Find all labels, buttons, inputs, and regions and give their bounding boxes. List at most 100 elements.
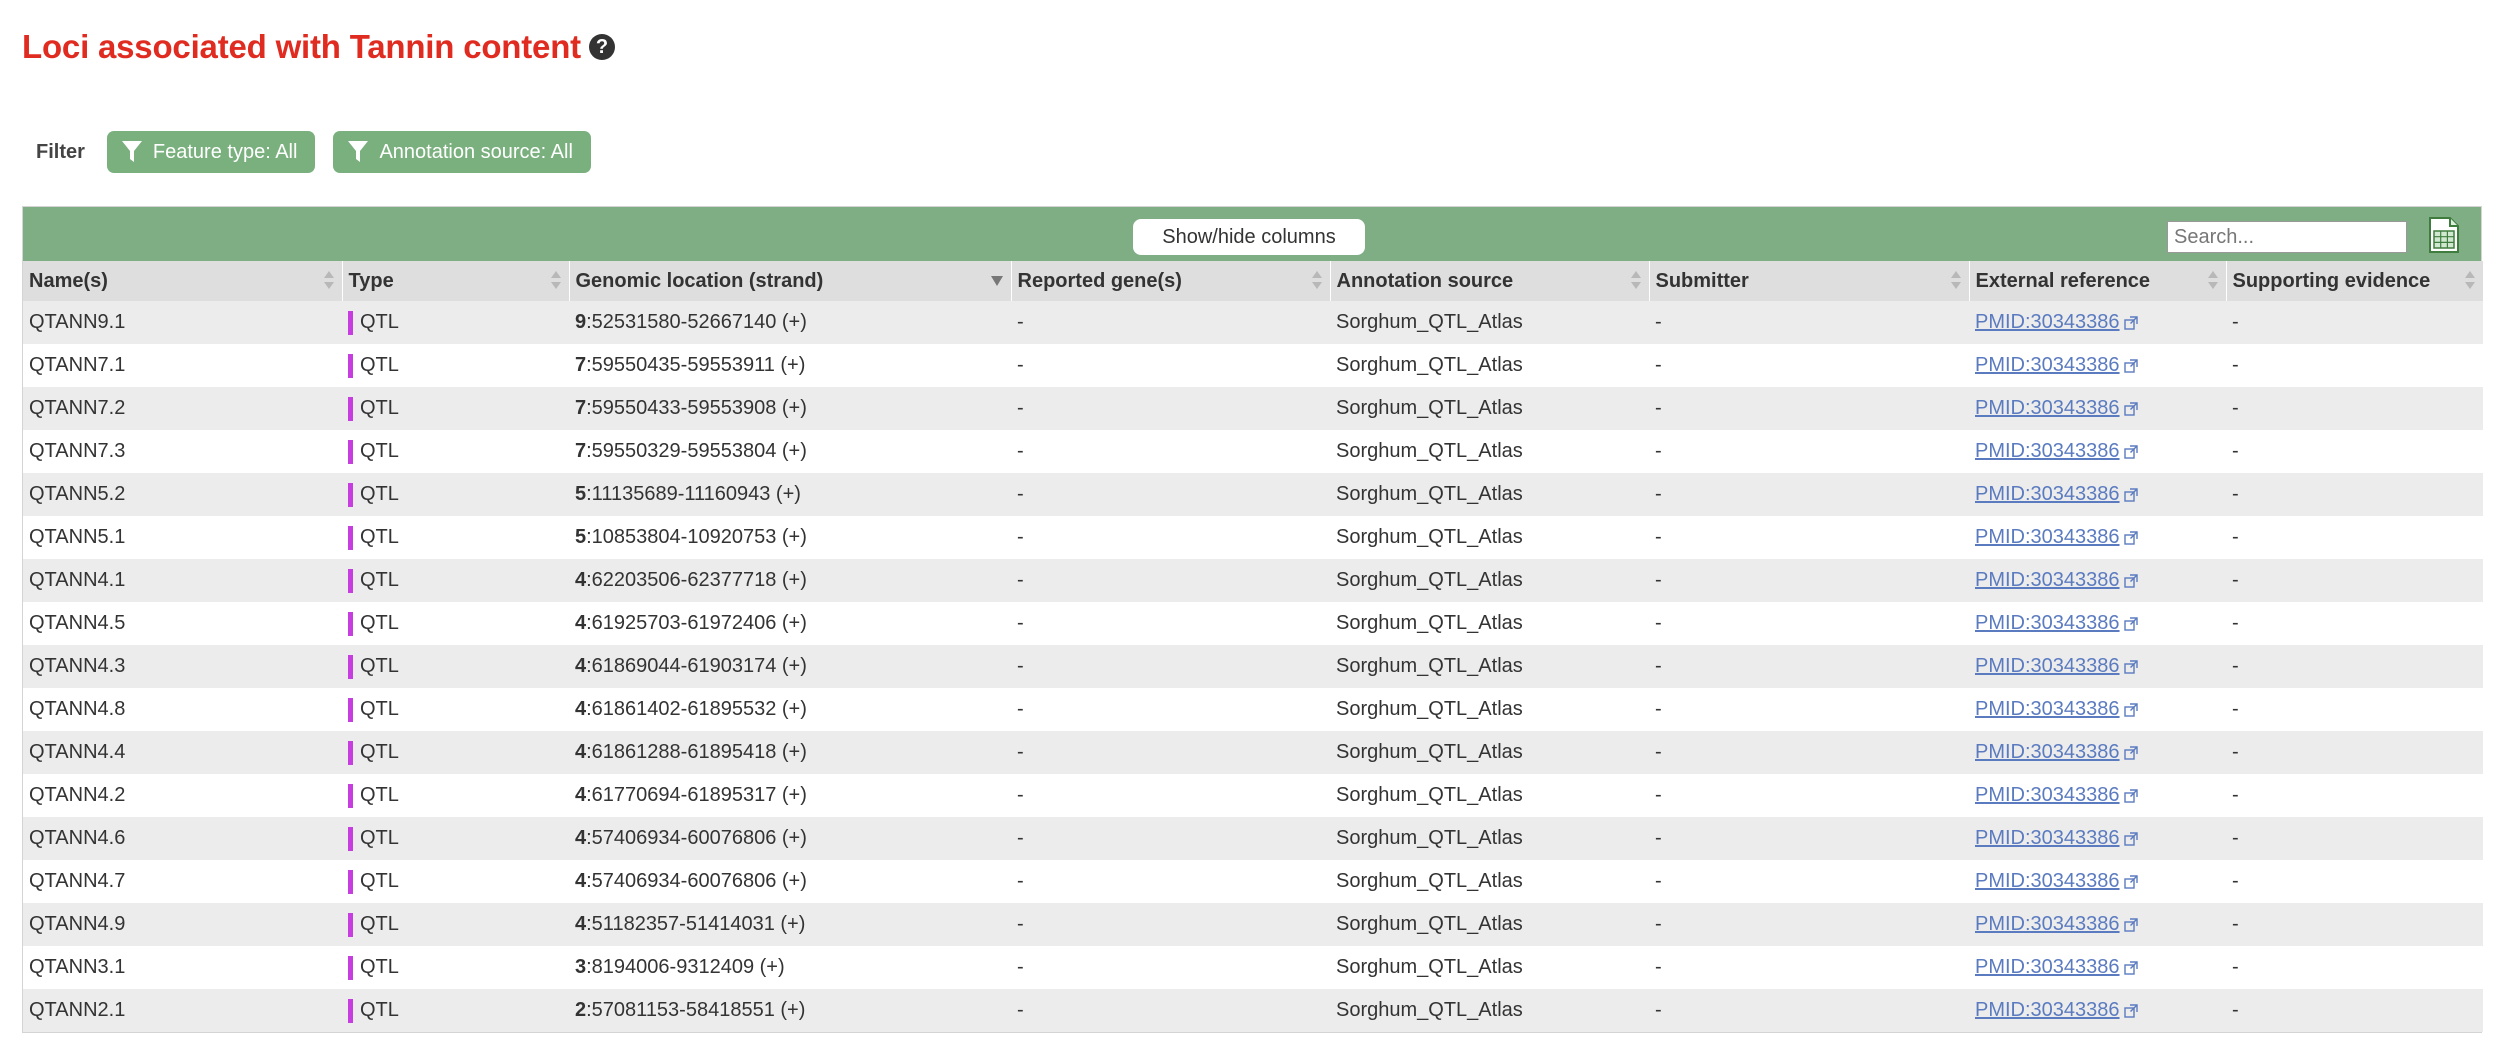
cell-supporting-evidence: -	[2226, 645, 2483, 688]
cell-submitter: -	[1649, 645, 1969, 688]
external-link-icon	[2123, 875, 2138, 889]
table-row: QTANN4.4 QTL 4:61861288-61895418 (+) - Sorgh…	[23, 731, 2483, 774]
cell-name: QTANN2.1	[23, 989, 342, 1032]
column-header-type[interactable]: Type	[342, 261, 570, 301]
cell-type: QTL	[342, 387, 569, 430]
annotation-source-filter-button[interactable]: Annotation source: All	[333, 131, 591, 173]
cell-supporting-evidence: -	[2226, 946, 2483, 989]
cell-external-reference: PMID:30343386	[1969, 688, 2226, 731]
show-hide-columns-button[interactable]: Show/hide columns	[1133, 219, 1365, 255]
feature-type: QTL	[360, 741, 399, 763]
cell-name: QTANN7.1	[23, 344, 342, 387]
cell-name: QTANN4.7	[23, 860, 342, 903]
pmid-link[interactable]: PMID:30343386	[1975, 999, 2120, 1021]
external-link-icon	[2123, 832, 2138, 846]
chromosome: 7	[575, 397, 587, 419]
pmid-link[interactable]: PMID:30343386	[1975, 655, 2120, 677]
feature-type-filter-button[interactable]: Feature type: All	[106, 131, 316, 173]
pmid-link[interactable]: PMID:30343386	[1975, 612, 2120, 634]
cell-external-reference: PMID:30343386	[1969, 645, 2226, 688]
feature-type: QTL	[360, 440, 399, 462]
table-toolbar: Show/hide columns	[23, 207, 2481, 261]
cell-type: QTL	[342, 903, 569, 946]
cell-type: QTL	[342, 731, 569, 774]
chromosome: 5	[575, 483, 587, 505]
cell-supporting-evidence: -	[2226, 473, 2483, 516]
pmid-link[interactable]: PMID:30343386	[1975, 483, 2120, 505]
location-range: :11135689-11160943 (+)	[586, 483, 801, 505]
table-row: QTANN5.2 QTL 5:11135689-11160943 (+) - Sorgh…	[23, 473, 2483, 516]
question-circle-icon[interactable]: ?	[588, 34, 615, 60]
cell-annotation-source: Sorghum_QTL_Atlas	[1330, 817, 1649, 860]
external-link-icon	[2123, 488, 2138, 502]
filter-label: Filter	[36, 140, 85, 163]
cell-type: QTL	[342, 516, 569, 559]
pmid-link[interactable]: PMID:30343386	[1975, 784, 2120, 806]
pmid-link[interactable]: PMID:30343386	[1975, 698, 2120, 720]
pmid-link[interactable]: PMID:30343386	[1975, 827, 2120, 849]
table-row: QTANN7.1 QTL 7:59550435-59553911 (+) - Sorgh…	[23, 344, 2483, 387]
search-input[interactable]	[2167, 221, 2407, 253]
location-range: :62203506-62377718 (+)	[586, 569, 807, 591]
column-header-names[interactable]: Name(s)	[23, 261, 343, 301]
feature-type: QTL	[360, 999, 399, 1021]
cell-location: 7:59550329-59553804 (+)	[569, 430, 1011, 473]
cell-external-reference: PMID:30343386	[1969, 774, 2226, 817]
chromosome: 7	[575, 354, 587, 376]
external-link-icon	[2123, 316, 2138, 330]
chromosome: 4	[575, 612, 587, 634]
cell-annotation-source: Sorghum_QTL_Atlas	[1330, 903, 1649, 946]
column-header-reported-genes[interactable]: Reported gene(s)	[1011, 261, 1331, 301]
chromosome: 4	[575, 913, 587, 935]
external-link-icon	[2123, 531, 2138, 545]
cell-name: QTANN4.1	[23, 559, 342, 602]
loci-table-container: Show/hide columns Search... Name(s) Type…	[22, 206, 2484, 1033]
chromosome: 2	[575, 999, 587, 1021]
spreadsheet-export-icon[interactable]	[2427, 215, 2461, 255]
pmid-link[interactable]: PMID:30343386	[1975, 913, 2120, 935]
cell-submitter: -	[1649, 860, 1969, 903]
cell-external-reference: PMID:30343386	[1969, 430, 2226, 473]
cell-annotation-source: Sorghum_QTL_Atlas	[1330, 946, 1649, 989]
page: Loci associated with Tannin content ? Fi…	[0, 0, 2506, 1058]
column-header-submitter[interactable]: Submitter	[1649, 261, 1970, 301]
qtl-marker-icon	[348, 654, 353, 679]
column-header-genomic-location[interactable]: Genomic location (strand)	[569, 261, 1012, 301]
chromosome: 4	[575, 698, 587, 720]
cell-annotation-source: Sorghum_QTL_Atlas	[1330, 860, 1649, 903]
pmid-link[interactable]: PMID:30343386	[1975, 956, 2120, 978]
pmid-link[interactable]: PMID:30343386	[1975, 397, 2120, 419]
pmid-link[interactable]: PMID:30343386	[1975, 870, 2120, 892]
cell-submitter: -	[1649, 946, 1969, 989]
cell-supporting-evidence: -	[2226, 989, 2483, 1032]
pmid-link[interactable]: PMID:30343386	[1975, 569, 2120, 591]
cell-type: QTL	[342, 860, 569, 903]
pmid-link[interactable]: PMID:30343386	[1975, 311, 2120, 333]
cell-location: 4:57406934-60076806 (+)	[569, 817, 1011, 860]
cell-supporting-evidence: -	[2226, 731, 2483, 774]
cell-reported-genes: -	[1011, 301, 1330, 344]
cell-supporting-evidence: -	[2226, 344, 2483, 387]
feature-type: QTL	[360, 870, 399, 892]
locus-name: QTANN3.1	[29, 956, 126, 978]
sort-icon	[1311, 270, 1322, 292]
table-row: QTANN5.1 QTL 5:10853804-10920753 (+) - Sorgh…	[23, 516, 2483, 559]
cell-location: 7:59550433-59553908 (+)	[569, 387, 1011, 430]
pmid-link[interactable]: PMID:30343386	[1975, 526, 2120, 548]
column-header-supporting-evidence[interactable]: Supporting evidence	[2226, 261, 2484, 301]
pmid-link[interactable]: PMID:30343386	[1975, 354, 2120, 376]
cell-location: 4:51182357-51414031 (+)	[569, 903, 1011, 946]
column-header-external-reference[interactable]: External reference	[1969, 261, 2227, 301]
column-header-annotation-source[interactable]: Annotation source	[1330, 261, 1650, 301]
cell-supporting-evidence: -	[2226, 516, 2483, 559]
cell-reported-genes: -	[1011, 731, 1330, 774]
feature-type: QTL	[360, 354, 399, 376]
table-row: QTANN4.9 QTL 4:51182357-51414031 (+) - Sorgh…	[23, 903, 2483, 946]
locus-name: QTANN4.5	[29, 612, 126, 634]
cell-type: QTL	[342, 344, 569, 387]
pmid-link[interactable]: PMID:30343386	[1975, 440, 2120, 462]
cell-annotation-source: Sorghum_QTL_Atlas	[1330, 387, 1649, 430]
location-range: :8194006-9312409 (+)	[586, 956, 785, 978]
location-range: :52531580-52667140 (+)	[586, 311, 807, 333]
pmid-link[interactable]: PMID:30343386	[1975, 741, 2120, 763]
